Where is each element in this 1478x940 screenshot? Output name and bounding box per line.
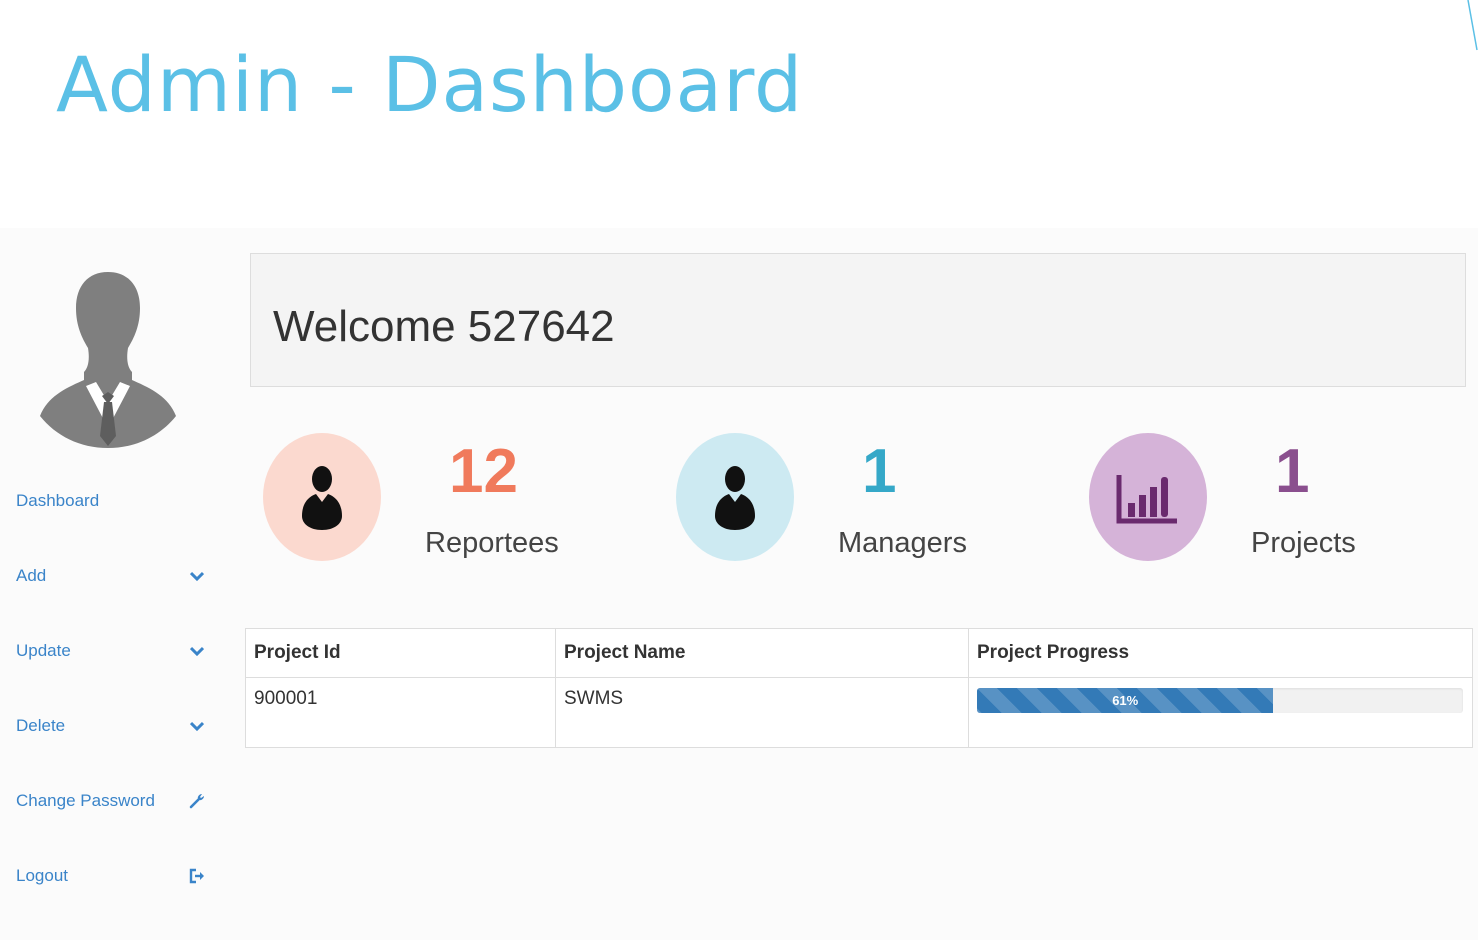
- page-title: Admin - Dashboard: [56, 40, 804, 129]
- stat-managers[interactable]: 1 Managers: [676, 433, 1056, 563]
- sidebar-item-label: Add: [16, 566, 47, 585]
- column-header[interactable]: Project Progress: [968, 628, 1473, 678]
- project-progress-cell: 61%: [968, 677, 1473, 748]
- table-row[interactable]: 900001 SWMS 61%: [245, 677, 1473, 748]
- sidebar-item-label: Update: [16, 641, 71, 660]
- stat-label: Managers: [838, 527, 967, 559]
- column-header[interactable]: Project Id: [245, 628, 556, 678]
- stat-projects[interactable]: 1 Projects: [1089, 433, 1469, 563]
- logout-icon: [188, 867, 206, 885]
- stat-count: 12: [449, 437, 518, 506]
- column-header[interactable]: Project Name: [555, 628, 969, 678]
- welcome-heading: Welcome 527642: [273, 302, 615, 351]
- chevron-down-icon: [188, 642, 206, 660]
- project-name-cell: SWMS: [555, 677, 969, 748]
- stat-label: Projects: [1251, 527, 1356, 559]
- stat-reportees[interactable]: 12 Reportees: [263, 433, 643, 563]
- stat-count: 1: [862, 437, 897, 506]
- welcome-panel: Welcome 527642: [250, 253, 1466, 387]
- sidebar-item-label: Dashboard: [16, 491, 100, 510]
- user-icon: [715, 466, 755, 530]
- progress-bar-track: 61%: [977, 688, 1463, 713]
- dashboard-app: Dashboard Add Update Delete Change Passw…: [0, 228, 1478, 940]
- sidebar-item-change-password[interactable]: Change Password: [16, 786, 206, 816]
- sidebar-item-label: Change Password: [16, 791, 155, 810]
- stat-count: 1: [1275, 437, 1310, 506]
- progress-bar: 61%: [977, 688, 1274, 713]
- chevron-down-icon: [188, 567, 206, 585]
- sidebar-item-add[interactable]: Add: [16, 561, 206, 591]
- stat-circle: [1089, 433, 1207, 561]
- stat-circle: [263, 433, 381, 561]
- sidebar-item-label: Logout: [16, 866, 68, 885]
- sidebar-item-dashboard[interactable]: Dashboard: [16, 486, 206, 516]
- avatar: [40, 272, 176, 448]
- bar-chart-icon: [1116, 475, 1177, 524]
- stat-label: Reportees: [425, 527, 559, 559]
- sidebar-item-delete[interactable]: Delete: [16, 711, 206, 741]
- stat-circle: [676, 433, 794, 561]
- chevron-down-icon: [188, 717, 206, 735]
- sidebar-item-update[interactable]: Update: [16, 636, 206, 666]
- sidebar-item-label: Delete: [16, 716, 66, 735]
- sidebar: Dashboard Add Update Delete Change Passw…: [0, 228, 220, 940]
- wrench-icon: [188, 792, 206, 810]
- sidebar-item-logout[interactable]: Logout: [16, 861, 206, 891]
- project-id-cell: 900001: [245, 677, 556, 748]
- corner-decoration: [1467, 0, 1478, 51]
- projects-table: Project Id Project Name Project Progress…: [245, 628, 1473, 748]
- table-header-row: Project Id Project Name Project Progress: [245, 628, 1473, 678]
- user-icon: [302, 466, 342, 530]
